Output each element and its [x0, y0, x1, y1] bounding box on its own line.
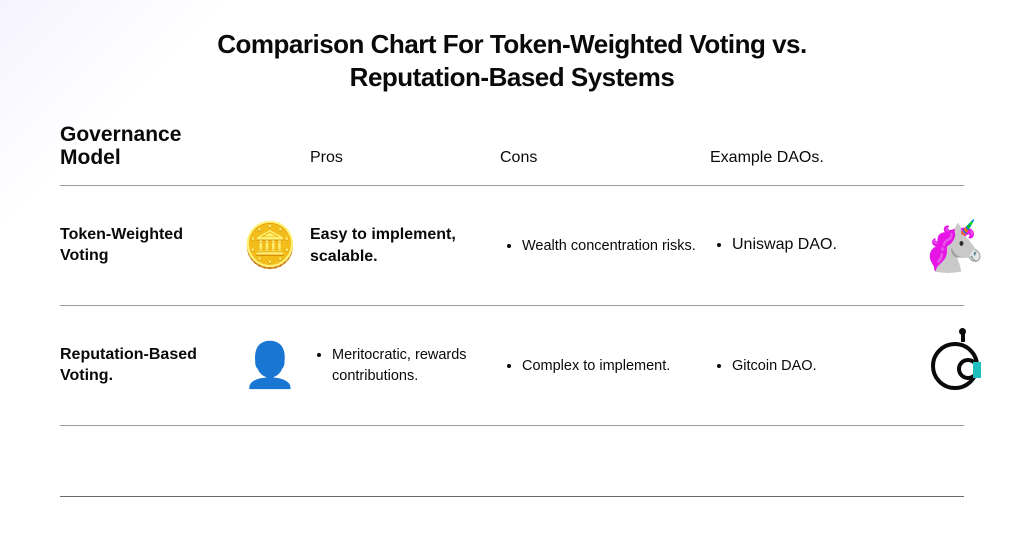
footer-divider [60, 496, 964, 497]
row-pros: Meritocratic, rewards contributions. [310, 343, 500, 388]
row-examples: Gitcoin DAO. [710, 354, 910, 378]
header-governance: Governance Model [60, 123, 230, 169]
header-pros: Pros [310, 149, 500, 169]
chart-title: Comparison Chart For Token-Weighted Voti… [162, 28, 862, 93]
row-cons: Complex to implement. [500, 354, 710, 378]
row-examples: Uniswap DAO. [710, 232, 910, 258]
row-cons: Wealth concentration risks. [500, 234, 710, 258]
table-header-row: Governance Model Pros Cons Example DAOs. [60, 123, 964, 186]
reputation-icon: 👤 [230, 344, 310, 388]
row-name: Token-Weighted Voting [60, 225, 230, 267]
header-cons: Cons [500, 149, 710, 169]
table-row: Token-Weighted Voting 🪙 Easy to implemen… [60, 186, 964, 306]
comparison-table: Governance Model Pros Cons Example DAOs.… [60, 123, 964, 497]
row-name: Reputation-Based Voting. [60, 345, 230, 387]
table-row: Reputation-Based Voting. 👤 Meritocratic,… [60, 306, 964, 426]
row-pros: Easy to implement, scalable. [310, 224, 500, 267]
gitcoin-logo-icon [910, 342, 1000, 390]
header-examples: Example DAOs. [710, 149, 910, 169]
uniswap-logo-icon: 🦄 [910, 221, 1000, 271]
token-icon: 🪙 [230, 224, 310, 268]
